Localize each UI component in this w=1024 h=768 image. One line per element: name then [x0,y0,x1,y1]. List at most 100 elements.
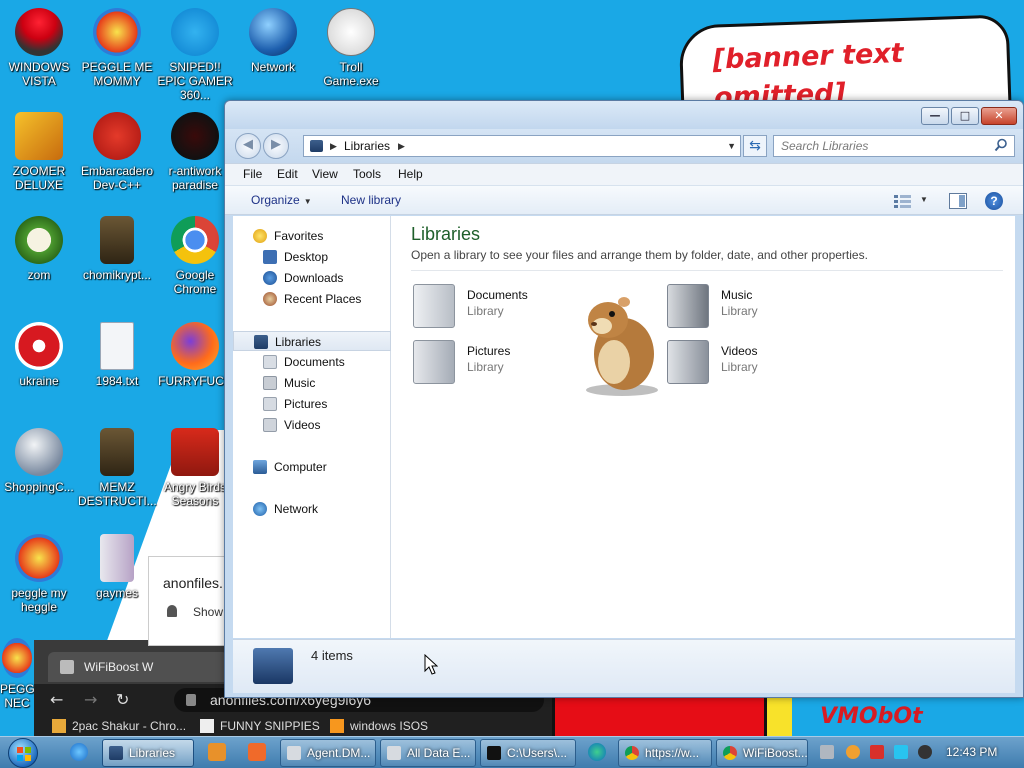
nav-favorites[interactable]: Favorites [233,226,391,246]
taskbar-button-agent-dm[interactable]: Agent.DM... [280,739,376,767]
refresh-icon: ⇆ [749,138,761,154]
desktop-icon-network[interactable]: Network [234,8,312,74]
desktop-icon-gaymes[interactable]: gaymes [78,534,156,600]
search-input[interactable]: Search Libraries [773,135,1015,157]
organize-button[interactable]: Organize ▼ [251,193,312,207]
view-dropdown-icon[interactable]: ▼ [920,195,928,204]
nav-libraries[interactable]: Libraries [233,331,391,351]
minimize-button[interactable]: — [921,107,949,125]
desktop-icon-chomikrypt[interactable]: chomikrypt... [78,216,156,282]
desktop-icon-memz[interactable]: MEMZ DESTRUCTI... [78,428,157,508]
edge-icon[interactable] [588,743,606,761]
desktop-icon-sniped[interactable]: SNIPED!! EPIC GAMER 360... [156,8,234,102]
hamster-icon[interactable] [580,290,664,398]
desktop-icon-google-chrome[interactable]: Google Chrome [156,216,234,296]
library-music[interactable]: Music Library [667,282,847,332]
reddit-icon [171,112,219,160]
taskbar-button-chrome-https[interactable]: https://w... [618,739,712,767]
maximize-button[interactable]: □ [951,107,979,125]
nav-music[interactable]: Music [233,373,391,393]
desktop-icon-ukraine[interactable]: ukraine [0,322,78,388]
refresh-button[interactable]: ⇆ [743,135,767,157]
menu-file[interactable]: File [243,167,262,181]
chrome-back-icon[interactable]: ← [50,690,63,709]
taskbar: Libraries Agent.DM... All Data E... C:\U… [0,736,1024,768]
nav-desktop[interactable]: Desktop [233,247,391,267]
nav-recent-places[interactable]: Recent Places [233,289,391,309]
clock[interactable]: 12:43 PM [946,745,997,759]
zuma-icon [15,112,63,160]
tray-display-icon[interactable] [894,745,908,759]
library-videos[interactable]: Videos Library [667,338,847,388]
desktop-icon-furry[interactable]: FURRYFUCK [156,322,234,388]
tray-flag-icon[interactable] [870,745,884,759]
desktop-icon-zoomer-deluxe[interactable]: ZOOMER DELUXE [0,112,78,192]
desktop-icon-1984-txt[interactable]: 1984.txt [78,322,156,388]
tray-volume-icon[interactable] [918,745,932,759]
nav-network[interactable]: Network [233,499,391,519]
nav-videos[interactable]: Videos [233,415,391,435]
change-view-icon[interactable] [893,193,913,209]
preview-pane-button[interactable] [949,193,967,209]
internet-explorer-icon[interactable] [70,743,88,761]
tab-favicon-icon [60,660,74,674]
desktop-icon-angry-birds[interactable]: Angry Birds Seasons [156,428,234,508]
desktop-icon-pegg-nec[interactable]: PEGG NEC [0,638,34,710]
windows-logo-icon [17,747,31,761]
taskbar-button-wifiboost[interactable]: WiFiBoost... [716,739,808,767]
tray-app-icon[interactable] [820,745,834,759]
desktop-icon-dev-cpp[interactable]: Embarcadero Dev-C++ [78,112,156,192]
menu-edit[interactable]: Edit [277,167,298,181]
devcpp-icon [93,112,141,160]
chrome-icon [171,216,219,264]
bookmark-2pac[interactable]: 2pac Shakur - Chro... [52,716,186,736]
desktop-icon-peggle-me-mommy[interactable]: PEGGLE ME MOMMY [78,8,156,88]
app-launch-icon[interactable] [248,743,266,761]
navigation-pane: Favorites Desktop Downloads Recent Place… [233,216,391,638]
desktop-icon-zom[interactable]: zom [0,216,78,282]
nav-computer[interactable]: Computer [233,457,391,477]
desktop-icon-troll-game[interactable]: Troll Game.exe [312,8,390,88]
chrome-reload-icon[interactable]: ↻ [116,690,129,709]
title-bar[interactable]: — □ ✕ [225,101,1023,129]
breadcrumb-libraries[interactable]: Libraries [344,136,390,156]
bookmark-windows-isos[interactable]: windows ISOS [330,716,428,736]
desktop-icon-r-antiwork[interactable]: r-antiwork paradise [156,112,234,192]
menu-bar: File Edit View Tools Help [225,163,1023,185]
download-notification[interactable]: anonfiles. Show [148,556,228,646]
library-pictures[interactable]: Pictures Library [413,338,593,388]
menu-view[interactable]: View [312,167,338,181]
help-icon[interactable]: ? [985,192,1003,210]
navigation-bar: ◀ ▶ ▶ Libraries ▶ ▼ ⇆ Search Libraries [225,129,1023,163]
nav-downloads[interactable]: Downloads [233,268,391,288]
taskbar-button-libraries[interactable]: Libraries [102,739,194,767]
address-dropdown-icon[interactable]: ▼ [727,136,736,156]
new-library-button[interactable]: New library [341,193,401,207]
start-button[interactable] [8,738,38,768]
media-player-icon[interactable] [208,743,226,761]
library-documents[interactable]: Documents Library [413,282,593,332]
tray-search-icon[interactable] [846,745,860,759]
desktop-icon-windows-vista[interactable]: WINDOWS VISTA [0,8,78,88]
videos-icon [263,418,277,432]
taskbar-button-7zip[interactable]: C:\Users\... [480,739,576,767]
breadcrumb-separator-icon[interactable]: ▶ [330,136,337,156]
chrome-forward-icon[interactable]: → [84,690,97,709]
content-area: Favorites Desktop Downloads Recent Place… [233,216,1015,638]
nav-documents[interactable]: Documents [233,352,391,372]
chrome-tab[interactable]: WiFiBoost W [48,652,228,682]
close-button[interactable]: ✕ [981,107,1017,125]
menu-help[interactable]: Help [398,167,423,181]
desktop-icon-shoppingc[interactable]: ShoppingC... [0,428,78,494]
notification-show-button[interactable]: Show [193,605,223,619]
nav-pictures[interactable]: Pictures [233,394,391,414]
menu-tools[interactable]: Tools [353,167,381,181]
address-bar[interactable]: ▶ Libraries ▶ ▼ [303,135,741,157]
forward-button[interactable]: ▶ [263,133,289,159]
taskbar-button-all-data[interactable]: All Data E... [380,739,476,767]
breadcrumb-separator-icon[interactable]: ▶ [398,136,405,156]
back-button[interactable]: ◀ [235,133,261,159]
bookmark-funny-snippies[interactable]: FUNNY SNIPPIES [200,716,320,736]
desktop-icon-peggle-my-heggle[interactable]: peggle my heggle [0,534,78,614]
explorer-window[interactable]: — □ ✕ ◀ ▶ ▶ Libraries ▶ ▼ ⇆ Search Libra… [224,100,1024,698]
